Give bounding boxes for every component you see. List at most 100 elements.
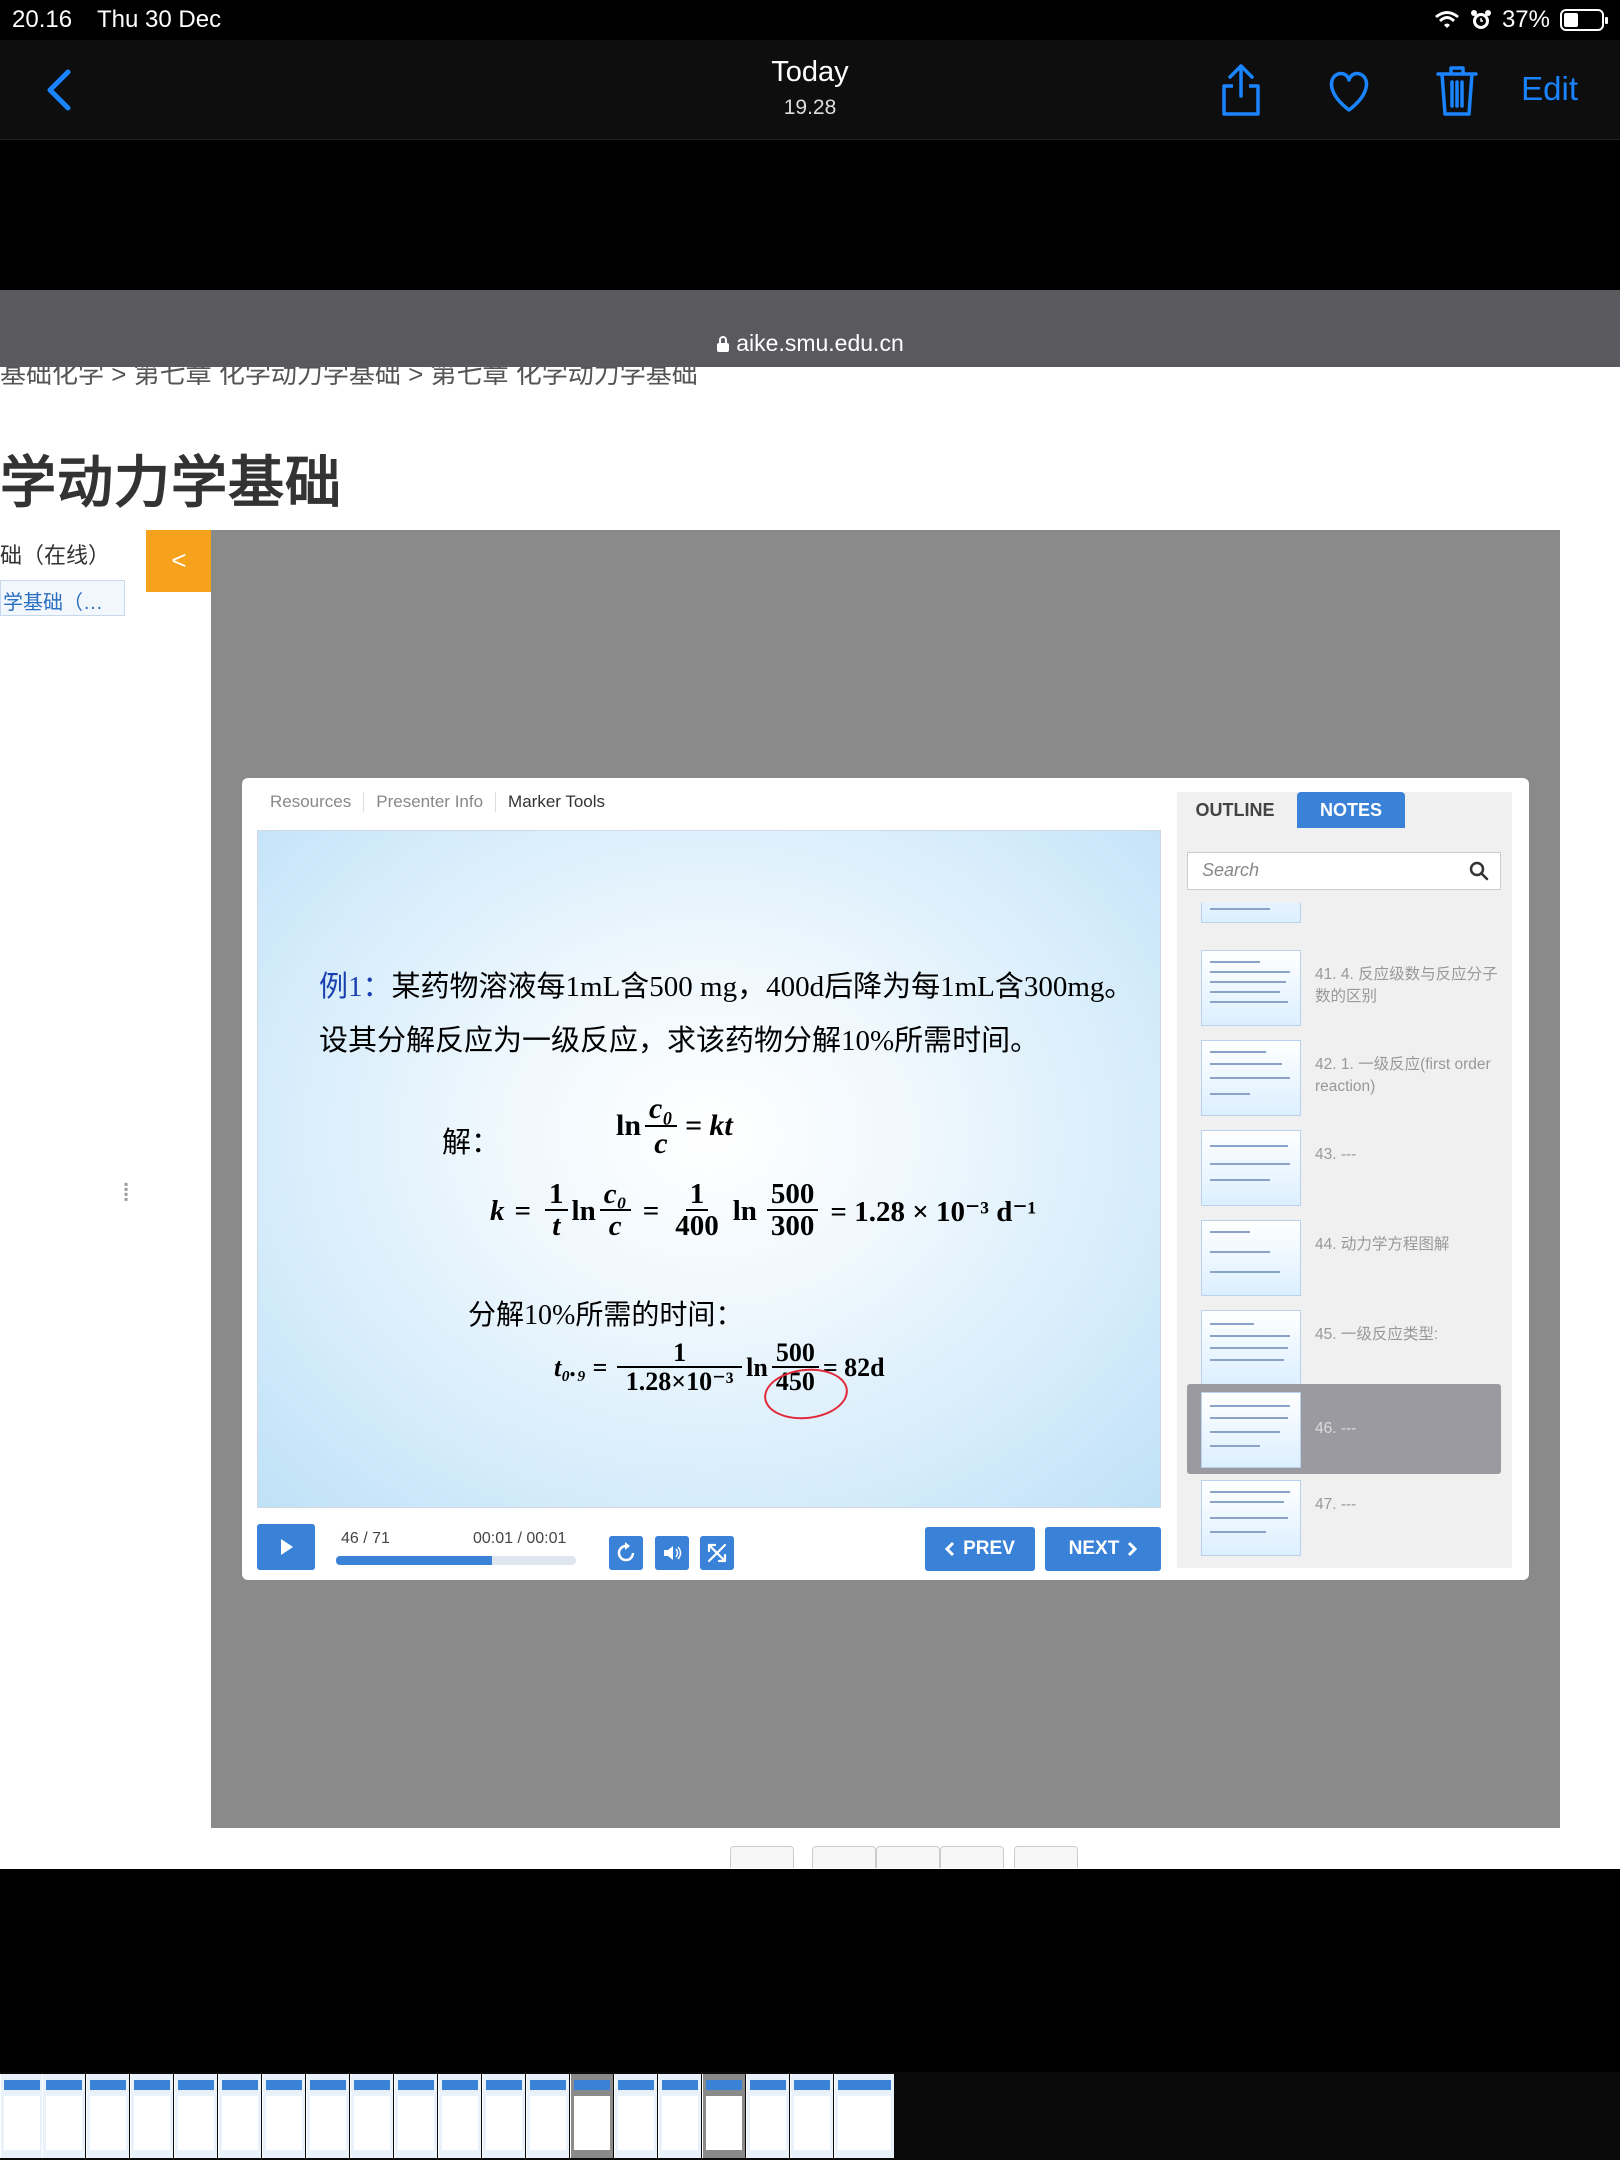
photo-thumbnail[interactable] bbox=[746, 2074, 789, 2158]
search-icon[interactable] bbox=[1469, 861, 1489, 881]
photo-thumbnail[interactable] bbox=[482, 2074, 525, 2158]
photo-thumbnail[interactable] bbox=[394, 2074, 437, 2158]
share-icon[interactable] bbox=[1216, 62, 1266, 118]
eq2-d1: 400 bbox=[675, 1210, 719, 1243]
photo-thumbnail[interactable] bbox=[702, 2074, 745, 2158]
photos-toolbar bbox=[0, 40, 1620, 140]
eq2-ln-2: ln bbox=[732, 1194, 757, 1227]
outline-label: 41. 4. 反应级数与反应分子数的区别 bbox=[1315, 966, 1498, 1005]
eq2-frac-c0c: c₀ c bbox=[599, 1179, 631, 1243]
status-indicators: 37% bbox=[1434, 6, 1608, 34]
equation-1: ln c₀ c = kt bbox=[616, 1093, 733, 1160]
photo-thumbnail[interactable] bbox=[790, 2074, 833, 2158]
photo-thumbnail[interactable] bbox=[218, 2074, 261, 2158]
photo-thumbnail[interactable] bbox=[42, 2074, 85, 2158]
course-lesson-link[interactable]: 学基础（… bbox=[0, 580, 125, 616]
equation-2: k = 1t ln c₀ c = 1 400 ln 500 300 = 1.28 × … bbox=[490, 1179, 1036, 1243]
url-field[interactable]: aike.smu.edu.cn bbox=[0, 330, 1620, 357]
tab-marker-tools[interactable]: Marker Tools bbox=[496, 792, 617, 812]
progress-bar[interactable] bbox=[336, 1556, 576, 1565]
edit-button[interactable]: Edit bbox=[1521, 70, 1578, 108]
photo-thumbnail[interactable] bbox=[306, 2074, 349, 2158]
pager-button[interactable] bbox=[876, 1846, 940, 1868]
header-subtitle: 19.28 bbox=[783, 96, 837, 119]
slide-thumbnail bbox=[1201, 1130, 1301, 1206]
pager-button[interactable] bbox=[730, 1846, 794, 1868]
photo-thumbnail[interactable] bbox=[570, 2074, 613, 2158]
prev-button[interactable]: PREV bbox=[925, 1527, 1035, 1571]
next-button[interactable]: NEXT bbox=[1045, 1527, 1161, 1571]
resize-grip-icon[interactable]: ▪ ▪ ▪ ▪ bbox=[124, 1178, 134, 1206]
slide-problem-line-1: 例1：某药物溶液每1mL含500 mg，400d后降为每1mL含300mg。 bbox=[319, 963, 1133, 1005]
eq3-frac-1: 1 1.28×10⁻³ bbox=[617, 1339, 743, 1397]
slide-counter: 46 / 71 bbox=[341, 1530, 390, 1547]
fullscreen-icon[interactable] bbox=[700, 1536, 734, 1570]
photo-thumbnail[interactable] bbox=[438, 2074, 481, 2158]
page-title: 学动力学基础 bbox=[0, 451, 342, 514]
outline-label: 42. 1. 一级反应(first order reaction) bbox=[1315, 1056, 1491, 1095]
outline-list[interactable]: 41. 4. 反应级数与反应分子数的区别 42. 1. 一级反应(first o… bbox=[1187, 903, 1501, 1559]
eq2-result: = 1.28 × 10⁻³ d⁻¹ bbox=[830, 1195, 1037, 1228]
photo-thumbnail[interactable] bbox=[130, 2074, 173, 2158]
slide-thumbnail bbox=[1201, 1040, 1301, 1116]
course-section-label: 础（在线） bbox=[0, 543, 111, 568]
heart-icon[interactable] bbox=[1324, 62, 1374, 118]
trash-icon[interactable] bbox=[1432, 62, 1482, 118]
tab-resources[interactable]: Resources bbox=[270, 792, 365, 812]
photo-thumbnail[interactable] bbox=[526, 2074, 569, 2158]
photo-thumbnail[interactable] bbox=[174, 2074, 217, 2158]
screen: 20.16 Thu 30 Dec 37% Today 19.28 Edit 基础… bbox=[0, 0, 1620, 2160]
outline-item-partial[interactable] bbox=[1187, 903, 1501, 931]
outline-label: 45. 一级反应类型: bbox=[1315, 1326, 1439, 1343]
replay-icon[interactable] bbox=[609, 1536, 643, 1570]
photo-thumbnail[interactable] bbox=[0, 2074, 43, 2158]
eq2-c0: c₀ bbox=[599, 1179, 631, 1212]
prev-label: PREV bbox=[963, 1538, 1015, 1559]
pager-button[interactable] bbox=[1014, 1846, 1078, 1868]
eq2-k: k bbox=[490, 1194, 505, 1227]
outline-label: 47. --- bbox=[1315, 1496, 1357, 1513]
progress-fill bbox=[336, 1556, 492, 1565]
outline-item-47[interactable]: 47. --- bbox=[1187, 1474, 1501, 1559]
battery-percent: 37% bbox=[1501, 6, 1550, 33]
outline-item-42[interactable]: 42. 1. 一级反应(first order reaction) bbox=[1187, 1034, 1501, 1124]
eq2-n2: 500 bbox=[766, 1179, 819, 1212]
eq2-t: t bbox=[552, 1210, 561, 1243]
tab-notes[interactable]: NOTES bbox=[1297, 792, 1405, 828]
eq1-ln: ln bbox=[616, 1109, 642, 1143]
eq1-num: c₀ bbox=[645, 1093, 677, 1127]
outline-item-43[interactable]: 43. --- bbox=[1187, 1124, 1501, 1214]
outline-search-input[interactable]: Search bbox=[1187, 852, 1501, 890]
slide-thumbnail bbox=[1201, 1480, 1301, 1556]
outline-label: 46. --- bbox=[1315, 1420, 1357, 1437]
photo-thumbnail[interactable] bbox=[658, 2074, 701, 2158]
photo-thumbnail[interactable] bbox=[834, 2074, 894, 2158]
outline-item-44[interactable]: 44. 动力学方程图解 bbox=[1187, 1214, 1501, 1304]
time-counter: 00:01 / 00:01 bbox=[473, 1530, 567, 1547]
outline-item-41[interactable]: 41. 4. 反应级数与反应分子数的区别 bbox=[1187, 944, 1501, 1034]
eq2-frac-500-300: 500 300 bbox=[766, 1179, 819, 1243]
outline-item-45[interactable]: 45. 一级反应类型: bbox=[1187, 1304, 1501, 1394]
eq2-n1: 1 bbox=[685, 1179, 709, 1212]
url-text: aike.smu.edu.cn bbox=[736, 330, 904, 356]
outline-item-46-active[interactable]: 46. --- bbox=[1187, 1384, 1501, 1474]
photo-thumbnail[interactable] bbox=[86, 2074, 129, 2158]
photo-thumbnail[interactable] bbox=[350, 2074, 393, 2158]
collapse-sidebar-button[interactable]: < bbox=[146, 530, 212, 592]
tab-presenter-info[interactable]: Presenter Info bbox=[364, 792, 497, 812]
eq3-den: 1.28×10⁻³ bbox=[625, 1367, 734, 1397]
eq2-equals-2: = bbox=[642, 1194, 660, 1227]
photo-thumbnail[interactable] bbox=[262, 2074, 305, 2158]
volume-icon[interactable] bbox=[655, 1536, 689, 1570]
battery-icon bbox=[1560, 9, 1608, 31]
eq2-d2: 300 bbox=[770, 1210, 815, 1243]
slide-thumbnail bbox=[1201, 950, 1301, 1026]
header-title: Today bbox=[771, 56, 849, 88]
play-button[interactable] bbox=[257, 1524, 315, 1570]
eq2-one: 1 bbox=[545, 1179, 568, 1212]
photo-thumbnail[interactable] bbox=[614, 2074, 657, 2158]
pager-button[interactable] bbox=[940, 1846, 1004, 1868]
pager-button[interactable] bbox=[812, 1846, 876, 1868]
tab-outline[interactable]: OUTLINE bbox=[1177, 792, 1293, 828]
time-label: 分解10%所需的时间： bbox=[468, 1300, 744, 1331]
